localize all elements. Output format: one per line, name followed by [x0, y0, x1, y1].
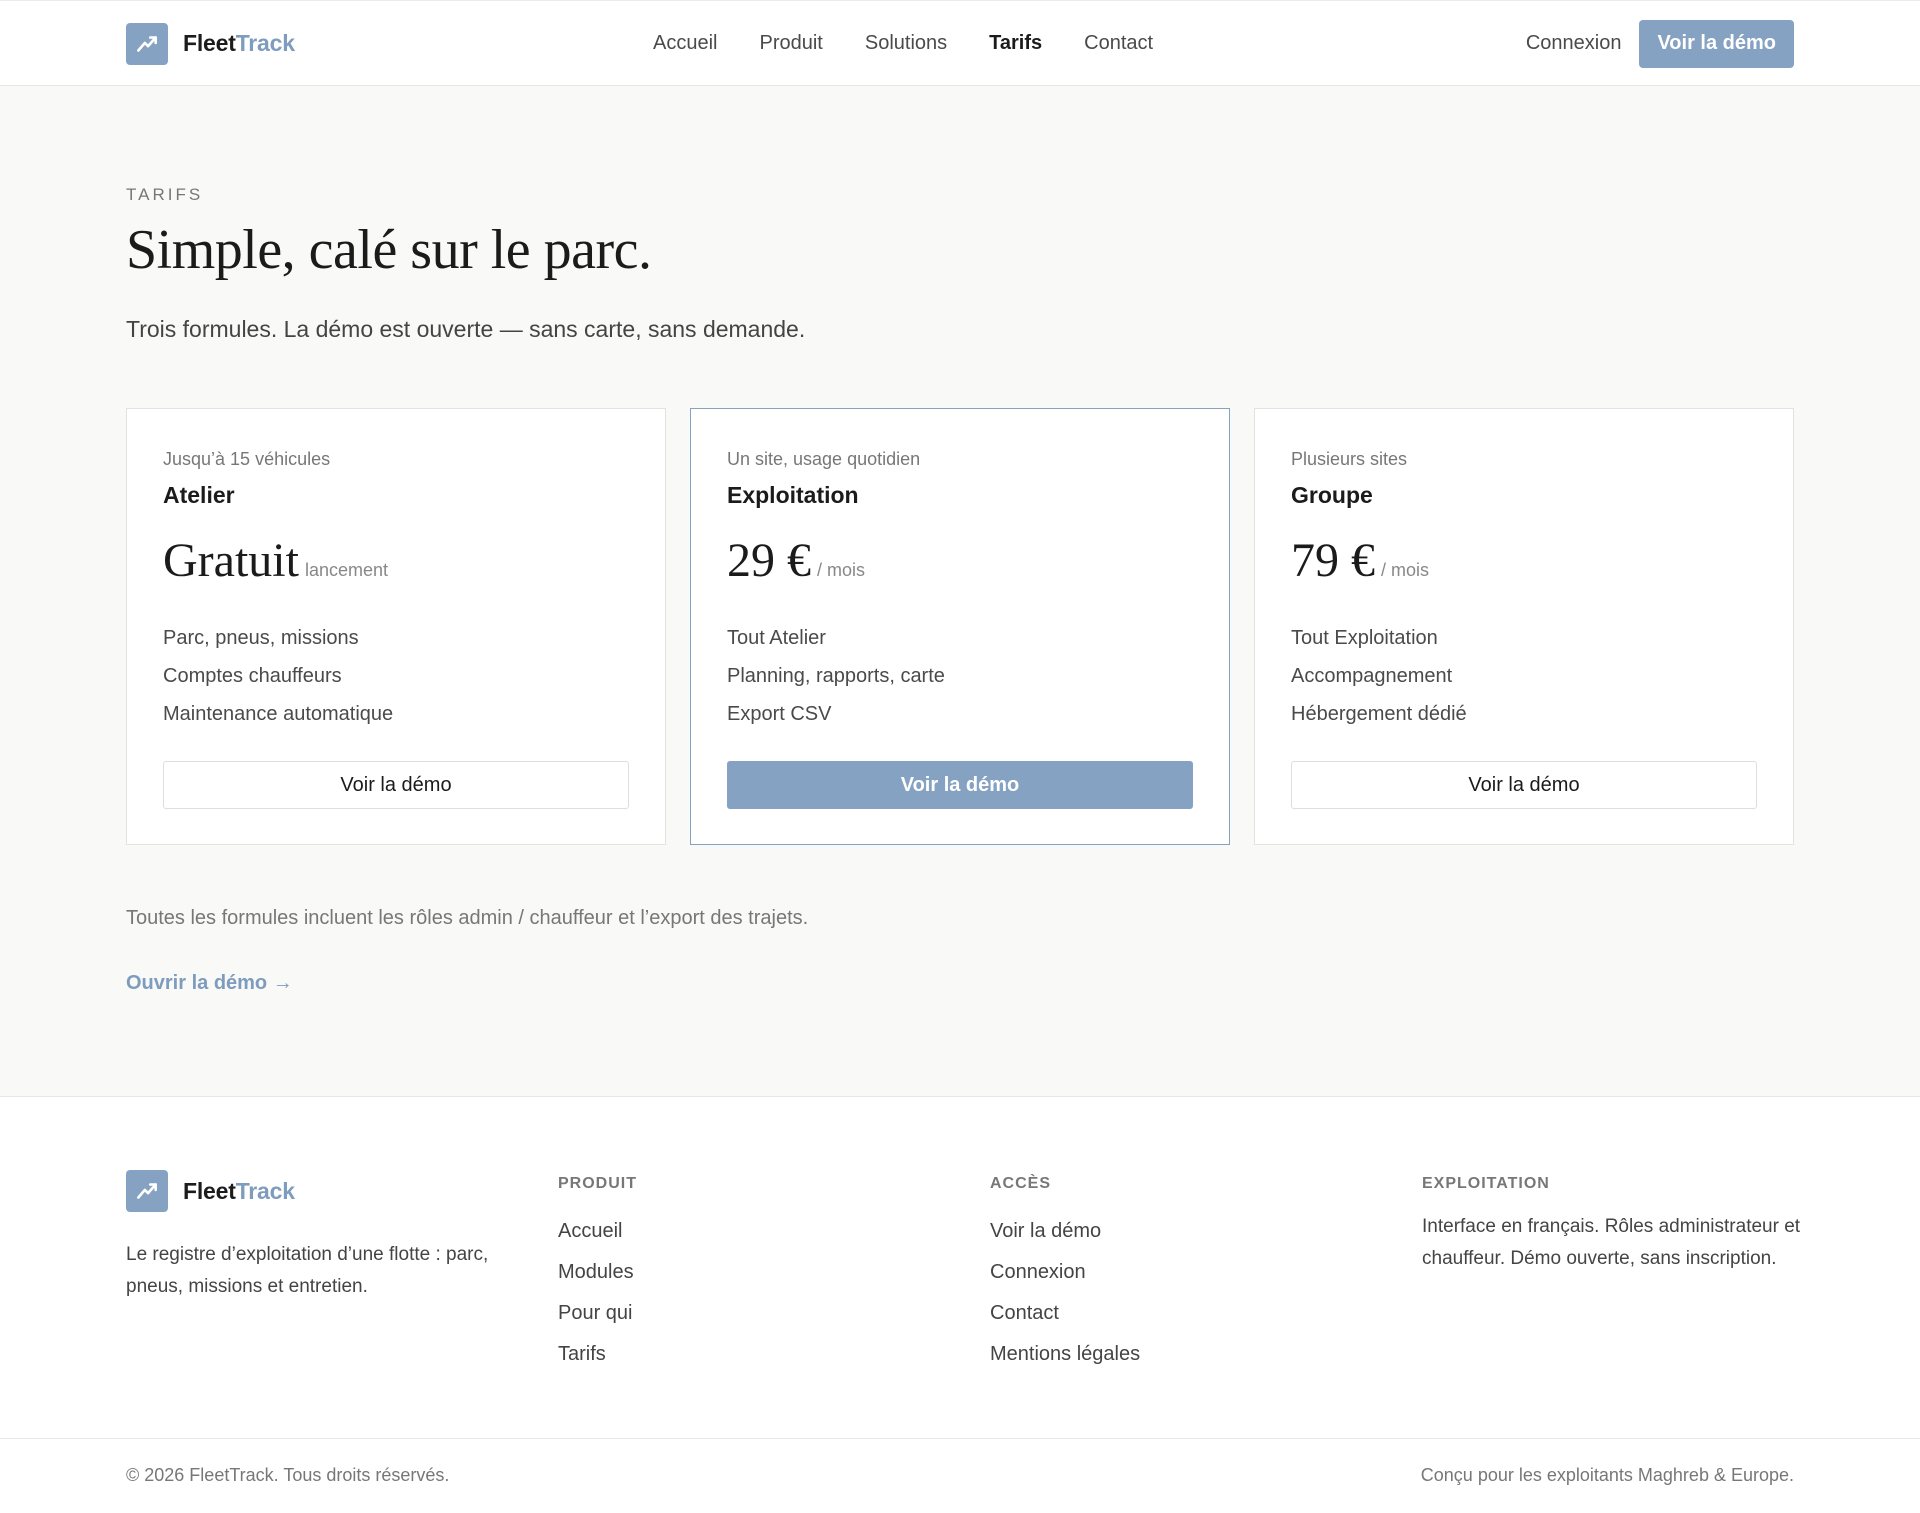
plan-price-row: 79 € / mois [1291, 533, 1757, 587]
nav-produit[interactable]: Produit [759, 32, 822, 55]
plan-feature: Export CSV [727, 703, 832, 725]
footer-tagline: Conçu pour les exploitants Maghreb & Eur… [1420, 1465, 1794, 1485]
plan-price-unit: / mois [817, 560, 866, 580]
plan-price-unit: lancement [304, 560, 389, 580]
plan-feature: Hébergement dédié [1291, 703, 1467, 725]
nav-accueil[interactable]: Accueil [653, 32, 717, 55]
footer-link-connexion[interactable]: Connexion [990, 1252, 1140, 1293]
plan-price-row: 29 € / mois [727, 533, 1193, 587]
copyright: © 2026 FleetTrack. Tous droits réservés. [126, 1465, 450, 1485]
footer-link-pour-qui[interactable]: Pour qui [558, 1293, 637, 1334]
footer-brand-logo[interactable]: FleetTrack [126, 1170, 295, 1212]
nav-tarifs[interactable]: Tarifs [989, 32, 1042, 55]
brand-logo[interactable]: FleetTrack [126, 22, 295, 65]
plan-tag: Un site, usage quotidien [727, 449, 921, 469]
plan-tag: Plusieurs sites [1291, 449, 1408, 469]
plan-card-groupe: Plusieurs sites Groupe 79 € / mois Tout … [1254, 408, 1794, 845]
plan-feature: Planning, rapports, carte [727, 665, 945, 687]
footer-link-contact[interactable]: Contact [990, 1293, 1140, 1334]
plan-name: Exploitation [727, 482, 859, 508]
plan-demo-button[interactable]: Voir la démo [1291, 761, 1757, 809]
footer-column-title: EXPLOITATION [1422, 1175, 1550, 1192]
plan-demo-button[interactable]: Voir la démo [727, 761, 1193, 809]
footer-column-acces: ACCÈS Voir la démo Connexion Contact Men… [990, 1175, 1140, 1375]
brand-name: FleetTrack [183, 1177, 295, 1204]
footer-link-tarifs[interactable]: Tarifs [558, 1334, 637, 1375]
nav-solutions[interactable]: Solutions [865, 32, 947, 55]
footer-link-mentions[interactable]: Mentions légales [990, 1334, 1140, 1375]
plan-feature: Accompagnement [1291, 665, 1453, 687]
plan-price-row: Gratuit lancement [163, 533, 629, 587]
pricing-cards: Jusqu’à 15 véhicules Atelier Gratuit lan… [126, 408, 1794, 845]
plan-feature: Tout Atelier [727, 627, 826, 649]
header-actions: Connexion Voir la démo [1526, 1, 1794, 86]
plan-name: Atelier [163, 482, 235, 508]
footer-exploitation-text: Interface en français. Rôles administrat… [1422, 1216, 1801, 1269]
open-demo-link[interactable]: Ouvrir la démo → [126, 972, 293, 995]
footer-column-title: PRODUIT [558, 1175, 637, 1192]
main-nav: Accueil Produit Solutions Tarifs Contact [653, 1, 1195, 86]
plan-card-atelier: Jusqu’à 15 véhicules Atelier Gratuit lan… [126, 408, 666, 845]
plan-tag: Jusqu’à 15 véhicules [163, 449, 331, 469]
footer-description: Le registre d’exploitation d’une flotte … [126, 1244, 489, 1297]
footer-divider [0, 1438, 1920, 1439]
plan-card-exploitation: Un site, usage quotidien Exploitation 29… [690, 408, 1230, 845]
plan-features: Tout Exploitation Accompagnement Héberge… [1291, 619, 1757, 733]
page-subtitle: Trois formules. La démo est ouverte — sa… [126, 316, 806, 342]
plan-name: Groupe [1291, 482, 1373, 508]
plan-feature: Tout Exploitation [1291, 627, 1438, 649]
brand-name: FleetTrack [183, 30, 295, 56]
plan-price-unit: / mois [1381, 560, 1430, 580]
header-demo-button[interactable]: Voir la démo [1639, 19, 1794, 68]
plans-note: Toutes les formules incluent les rôles a… [126, 907, 809, 929]
trend-up-icon [126, 1170, 168, 1212]
site-header: FleetTrack Accueil Produit Solutions Tar… [0, 0, 1920, 86]
plan-price: 79 € [1291, 534, 1375, 587]
footer-column-title: ACCÈS [990, 1175, 1052, 1192]
footer-column-produit: PRODUIT Accueil Modules Pour qui Tarifs [558, 1175, 637, 1375]
plan-feature: Maintenance automatique [163, 703, 394, 725]
plan-demo-button[interactable]: Voir la démo [163, 761, 629, 809]
trend-up-icon [126, 22, 168, 65]
footer-link-modules[interactable]: Modules [558, 1252, 637, 1293]
site-footer: FleetTrack Le registre d’exploitation d’… [0, 1096, 1920, 1513]
plan-feature: Parc, pneus, missions [163, 627, 359, 649]
footer-column-exploitation: EXPLOITATION Interface en français. Rôle… [1422, 1175, 1802, 1275]
login-link[interactable]: Connexion [1526, 32, 1622, 55]
plan-price: 29 € [727, 534, 811, 587]
plan-feature: Comptes chauffeurs [163, 665, 342, 687]
plan-price: Gratuit [163, 534, 299, 587]
plan-features: Tout Atelier Planning, rapports, carte E… [727, 619, 1193, 733]
page-title: Simple, calé sur le parc. [126, 219, 652, 281]
section-eyebrow: TARIFS [126, 185, 204, 204]
footer-link-accueil[interactable]: Accueil [558, 1211, 637, 1252]
footer-link-demo[interactable]: Voir la démo [990, 1211, 1140, 1252]
nav-contact[interactable]: Contact [1084, 32, 1153, 55]
plan-features: Parc, pneus, missions Comptes chauffeurs… [163, 619, 629, 733]
